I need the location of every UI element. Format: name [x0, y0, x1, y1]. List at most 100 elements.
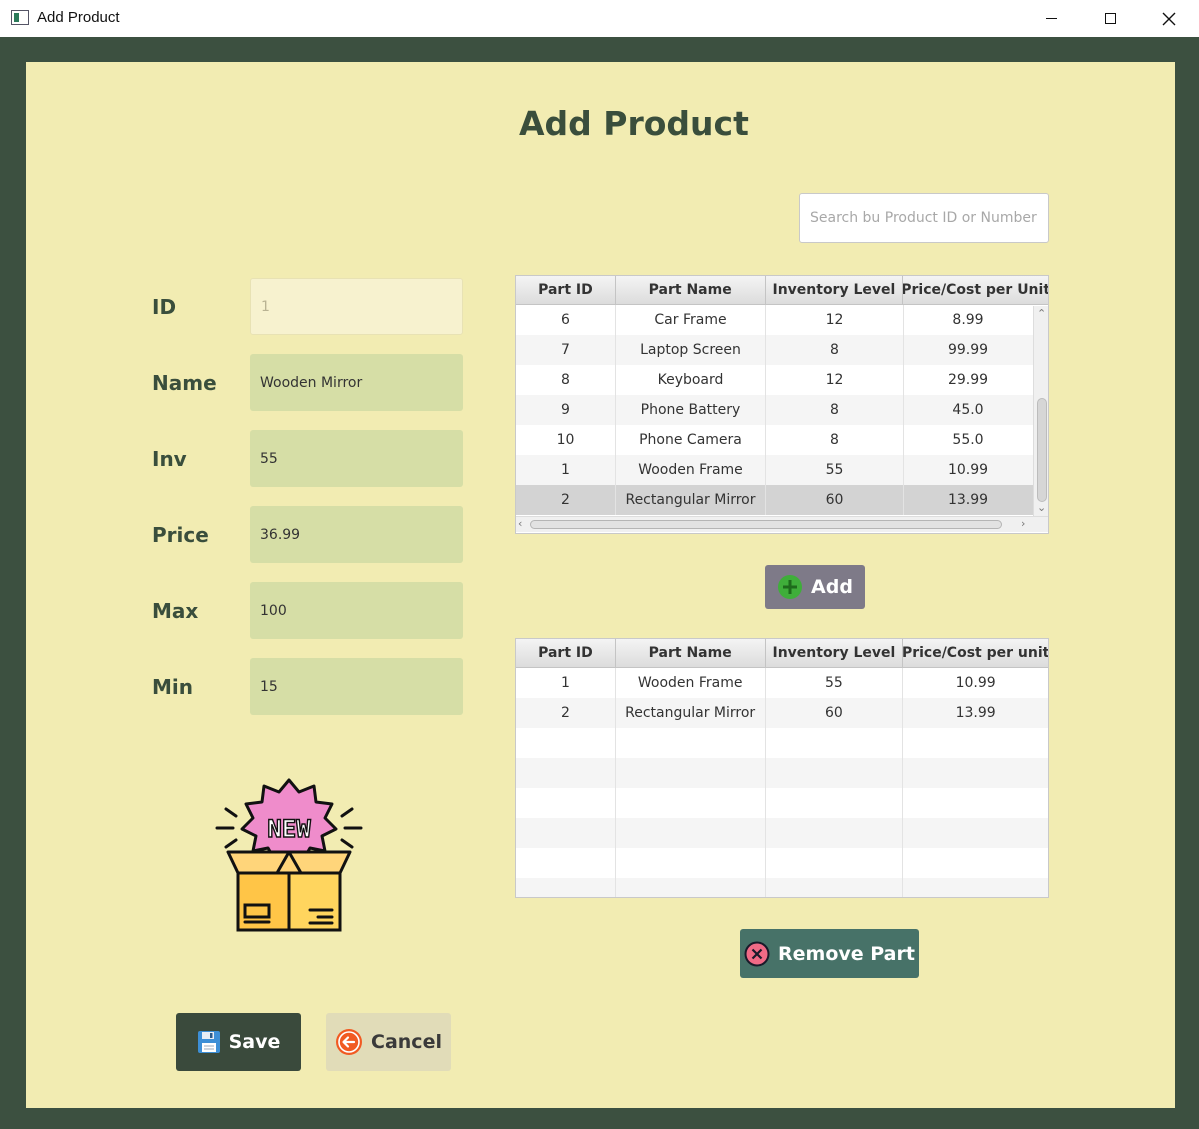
- remove-button-label: Remove Part: [778, 942, 915, 965]
- max-field[interactable]: 100: [250, 582, 463, 639]
- remove-part-button[interactable]: Remove Part: [740, 929, 919, 978]
- cell-price: 29.99: [947, 372, 989, 388]
- cell-part-name: Rectangular Mirror: [616, 698, 766, 728]
- new-product-box-icon: NEW: [215, 778, 363, 932]
- empty-row: [516, 728, 1048, 758]
- price-field[interactable]: 36.99: [250, 506, 463, 563]
- search-input[interactable]: [799, 193, 1049, 243]
- column-header-price[interactable]: Price/Cost per unit: [903, 639, 1048, 667]
- id-field: 1: [250, 278, 463, 335]
- cell-part-id: 7: [516, 335, 616, 365]
- maximize-button[interactable]: [1080, 0, 1140, 37]
- cell-price: 45.0: [952, 402, 984, 418]
- max-label: Max: [152, 599, 199, 623]
- scroll-right-icon[interactable]: ›: [1021, 518, 1025, 529]
- cell-part-name: Keyboard: [616, 365, 766, 395]
- column-header-part-name[interactable]: Part Name: [616, 276, 766, 304]
- cancel-button-label: Cancel: [371, 1031, 442, 1053]
- table-row[interactable]: 10 Phone Camera 8 55.0: [516, 425, 1033, 455]
- plus-circle-icon: [777, 574, 803, 600]
- column-header-inventory-level[interactable]: Inventory Level: [766, 639, 904, 667]
- close-icon: [1162, 12, 1176, 25]
- column-header-inventory-level[interactable]: Inventory Level: [766, 276, 904, 304]
- cell-price: 55.0: [952, 432, 984, 448]
- cell-inventory: 60: [766, 698, 904, 728]
- cancel-button[interactable]: Cancel: [326, 1013, 451, 1071]
- cell-part-name: Car Frame: [616, 305, 766, 335]
- empty-row: [516, 878, 1048, 897]
- cell-inventory: 8: [766, 335, 904, 365]
- cell-inventory: 60: [766, 485, 904, 515]
- app-icon: [11, 10, 29, 25]
- cell-part-id: 1: [516, 455, 616, 485]
- min-field[interactable]: 15: [250, 658, 463, 715]
- page-title: Add Product: [519, 104, 749, 143]
- add-button-label: Add: [811, 576, 853, 598]
- back-arrow-icon: [335, 1028, 363, 1056]
- cell-part-id: 1: [516, 668, 616, 698]
- cell-part-id: 6: [516, 305, 616, 335]
- column-header-part-id[interactable]: Part ID: [516, 276, 616, 304]
- floppy-disk-icon: [197, 1030, 221, 1054]
- illustration-label: NEW: [267, 815, 311, 843]
- parts-table-body: 6 Car Frame 12 8.99 7 Laptop Screen 8 99…: [516, 305, 1033, 515]
- cell-price: 10.99: [947, 462, 989, 478]
- table-row[interactable]: 1 Wooden Frame 55 10.99: [516, 668, 1048, 698]
- cell-inventory: 12: [766, 305, 904, 335]
- table-row[interactable]: 8 Keyboard 12 29.99: [516, 365, 1033, 395]
- column-header-part-id[interactable]: Part ID: [516, 639, 616, 667]
- name-field[interactable]: Wooden Mirror: [250, 354, 463, 411]
- cell-part-id: 9: [516, 395, 616, 425]
- empty-row: [516, 788, 1048, 818]
- cell-part-id: 10: [516, 425, 616, 455]
- close-button[interactable]: [1139, 0, 1199, 37]
- column-header-part-name[interactable]: Part Name: [616, 639, 766, 667]
- horizontal-scrollbar[interactable]: ‹ ›: [516, 516, 1048, 532]
- empty-row: [516, 758, 1048, 788]
- minimize-icon: [1045, 18, 1057, 19]
- minimize-button[interactable]: [1021, 0, 1081, 37]
- cell-part-name: Phone Camera: [616, 425, 766, 455]
- cell-part-name: Rectangular Mirror: [616, 485, 766, 515]
- scroll-down-icon[interactable]: ⌄: [1037, 502, 1046, 513]
- associated-table-header: Part ID Part Name Inventory Level Price/…: [516, 639, 1048, 668]
- scroll-left-icon[interactable]: ‹: [518, 518, 522, 529]
- parts-table-header: Part ID Part Name Inventory Level Price/…: [516, 276, 1048, 305]
- empty-row: [516, 818, 1048, 848]
- add-part-button[interactable]: Add: [765, 565, 865, 609]
- parts-table[interactable]: Part ID Part Name Inventory Level Price/…: [515, 275, 1049, 534]
- scroll-up-icon[interactable]: ⌃: [1037, 308, 1046, 319]
- inv-field[interactable]: 55: [250, 430, 463, 487]
- cell-inventory: 12: [766, 365, 904, 395]
- table-row-selected[interactable]: 2 Rectangular Mirror 60 13.99: [516, 485, 1033, 515]
- table-row[interactable]: 7 Laptop Screen 8 99.99: [516, 335, 1033, 365]
- cell-part-name: Phone Battery: [616, 395, 766, 425]
- cell-part-name: Wooden Frame: [616, 455, 766, 485]
- save-button-label: Save: [228, 1031, 281, 1053]
- vertical-scroll-thumb[interactable]: [1037, 398, 1047, 502]
- table-row[interactable]: 9 Phone Battery 8 45.0: [516, 395, 1033, 425]
- inv-label: Inv: [152, 447, 187, 471]
- cell-part-id: 2: [516, 698, 616, 728]
- cell-price: 13.99: [955, 705, 996, 721]
- save-button[interactable]: Save: [176, 1013, 301, 1071]
- table-row[interactable]: 6 Car Frame 12 8.99: [516, 305, 1033, 335]
- table-row[interactable]: 2 Rectangular Mirror 60 13.99: [516, 698, 1048, 728]
- window-title: Add Product: [37, 9, 120, 26]
- associated-parts-table[interactable]: Part ID Part Name Inventory Level Price/…: [515, 638, 1049, 898]
- maximize-icon: [1104, 13, 1116, 24]
- remove-x-circle-icon: [744, 941, 770, 967]
- name-label: Name: [152, 371, 217, 395]
- empty-row: [516, 848, 1048, 878]
- window-titlebar: Add Product: [0, 0, 1199, 37]
- horizontal-scroll-thumb[interactable]: [530, 520, 1002, 529]
- price-label: Price: [152, 523, 209, 547]
- column-header-price[interactable]: Price/Cost per Unit: [903, 276, 1048, 304]
- cell-part-name: Laptop Screen: [616, 335, 766, 365]
- cell-part-id: 2: [516, 485, 616, 515]
- cell-price: 10.99: [955, 675, 996, 691]
- vertical-scrollbar[interactable]: ⌃ ⌄: [1033, 306, 1048, 516]
- cell-inventory: 8: [766, 395, 904, 425]
- table-row[interactable]: 1 Wooden Frame 55 10.99: [516, 455, 1033, 485]
- cell-inventory: 55: [766, 668, 904, 698]
